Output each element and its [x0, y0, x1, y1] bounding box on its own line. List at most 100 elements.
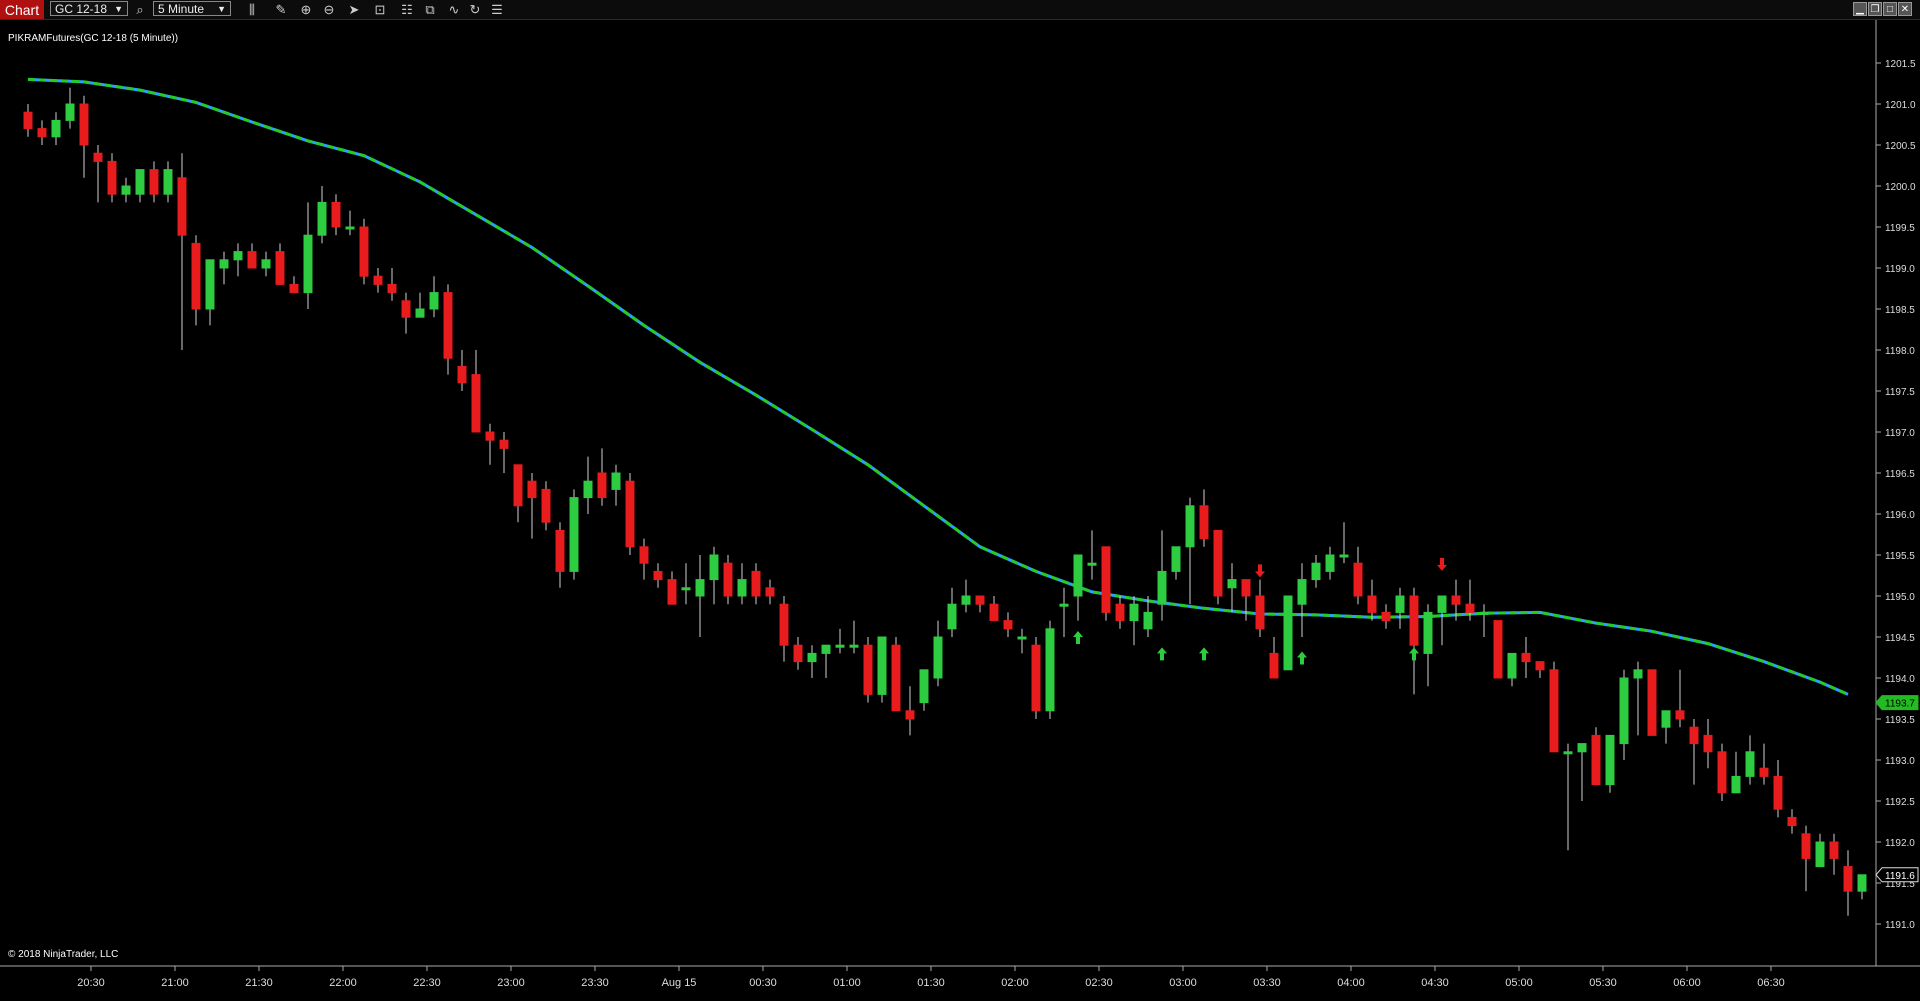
candle-body: [779, 603, 789, 646]
y-tick-label: 1201.5: [1885, 59, 1916, 70]
y-tick-label: 1199.5: [1885, 223, 1915, 234]
candle: [1031, 637, 1041, 719]
candle-body: [93, 152, 103, 162]
minimize-button[interactable]: ▁: [1853, 2, 1867, 16]
candle-body: [1843, 866, 1853, 892]
pencil-icon[interactable]: ✎: [272, 0, 290, 19]
candle: [79, 95, 89, 178]
candle-body: [415, 308, 425, 318]
candle: [1017, 628, 1027, 654]
candle: [51, 112, 61, 145]
candle: [1829, 833, 1839, 875]
maximize-button[interactable]: □: [1883, 2, 1897, 16]
pointer-icon[interactable]: ➤: [345, 0, 363, 19]
y-tick-label: 1198.5: [1885, 305, 1915, 316]
interval-selector[interactable]: 5 Minute ▼: [153, 1, 231, 16]
indicators-icon[interactable]: ∿: [445, 0, 463, 19]
instrument-selector[interactable]: GC 12-18 ▼: [50, 1, 128, 16]
axes: 1201.5 1201.0 1200.5 1200.0 1199.5 1199.0 1198…: [0, 20, 1920, 989]
x-tick-label: 01:00: [833, 977, 861, 989]
price-marker-label: 1193.7: [1885, 699, 1915, 710]
restore-button[interactable]: ❐: [1868, 2, 1882, 16]
candle: [1507, 652, 1517, 687]
zoom-out-icon[interactable]: ⊖: [320, 0, 338, 19]
candle-body: [23, 111, 33, 130]
candle: [569, 489, 579, 580]
zoom-in-icon[interactable]: ⊕: [297, 0, 315, 19]
chart-tab[interactable]: Chart: [0, 0, 44, 19]
candle-body: [709, 554, 719, 581]
candle-body: [1227, 579, 1237, 589]
y-tick-label: 1195.5: [1885, 551, 1915, 562]
candle-body: [1451, 595, 1461, 605]
candle: [1423, 604, 1433, 687]
candle-body: [1129, 603, 1139, 622]
candle: [1717, 743, 1727, 801]
candle-body: [1115, 603, 1125, 622]
candle: [387, 268, 397, 301]
candle-body: [443, 292, 453, 359]
candle-body: [1465, 603, 1475, 613]
candle-body: [681, 587, 691, 591]
candle-body: [611, 472, 621, 490]
candle: [611, 464, 621, 506]
candle: [247, 243, 257, 269]
refresh-icon[interactable]: ↻: [466, 0, 484, 19]
moving-average-line: [27, 77, 1849, 696]
candle-body: [457, 365, 467, 384]
candle-body: [947, 603, 957, 630]
candle: [541, 481, 551, 531]
candle-body: [555, 529, 565, 572]
candle-body: [1773, 775, 1783, 810]
layout-icon[interactable]: ☷: [398, 0, 416, 19]
candle: [177, 153, 187, 350]
strategies-icon[interactable]: ⧉: [421, 0, 439, 19]
candle-body: [1381, 611, 1391, 622]
candle: [639, 538, 649, 580]
candle-body: [1689, 726, 1699, 745]
x-tick-label: 04:00: [1337, 977, 1365, 989]
candle: [205, 259, 215, 326]
properties-icon[interactable]: ☰: [488, 0, 506, 19]
candle: [1759, 743, 1769, 785]
candle-body: [233, 251, 243, 261]
candle: [1045, 620, 1055, 719]
bar-type-icon[interactable]: ⫼: [243, 0, 261, 19]
search-icon[interactable]: ⌕: [131, 0, 149, 19]
candle: [1213, 529, 1223, 605]
candle: [191, 235, 201, 326]
candle-body: [1325, 554, 1335, 572]
candle: [1591, 727, 1601, 786]
x-tick-label: 02:00: [1001, 977, 1029, 989]
close-button[interactable]: ✕: [1898, 2, 1912, 16]
x-tick-label: 04:30: [1421, 977, 1449, 989]
candle-body: [1367, 595, 1377, 613]
candle-body: [1157, 570, 1167, 605]
candle-body: [1507, 652, 1517, 679]
x-tick-label: 21:30: [245, 977, 273, 989]
candle-body: [1241, 579, 1251, 597]
candle-body: [989, 603, 999, 622]
candle-body: [345, 226, 355, 230]
price-chart[interactable]: 1201.5 1201.0 1200.5 1200.0 1199.5 1199.0 1198…: [0, 20, 1920, 1001]
candle-body: [289, 283, 299, 294]
candle-body: [1619, 677, 1629, 745]
candle: [261, 251, 271, 277]
candle: [905, 686, 915, 736]
y-tick-label: 1193.5: [1885, 715, 1915, 726]
candle-body: [1633, 669, 1643, 679]
candle: [1535, 661, 1545, 678]
y-tick-label: 1192.0: [1885, 838, 1915, 849]
candle: [807, 645, 817, 678]
candle: [1619, 669, 1629, 760]
candle: [1787, 809, 1797, 834]
candle-body: [933, 636, 943, 679]
candle-body: [1339, 554, 1349, 558]
candle: [1003, 612, 1013, 637]
candle: [1129, 596, 1139, 646]
candle-body: [51, 119, 61, 138]
data-box-icon[interactable]: ⊡: [371, 0, 389, 19]
candle-body: [191, 242, 201, 310]
candle-body: [1493, 620, 1503, 679]
candle-body: [135, 169, 145, 195]
